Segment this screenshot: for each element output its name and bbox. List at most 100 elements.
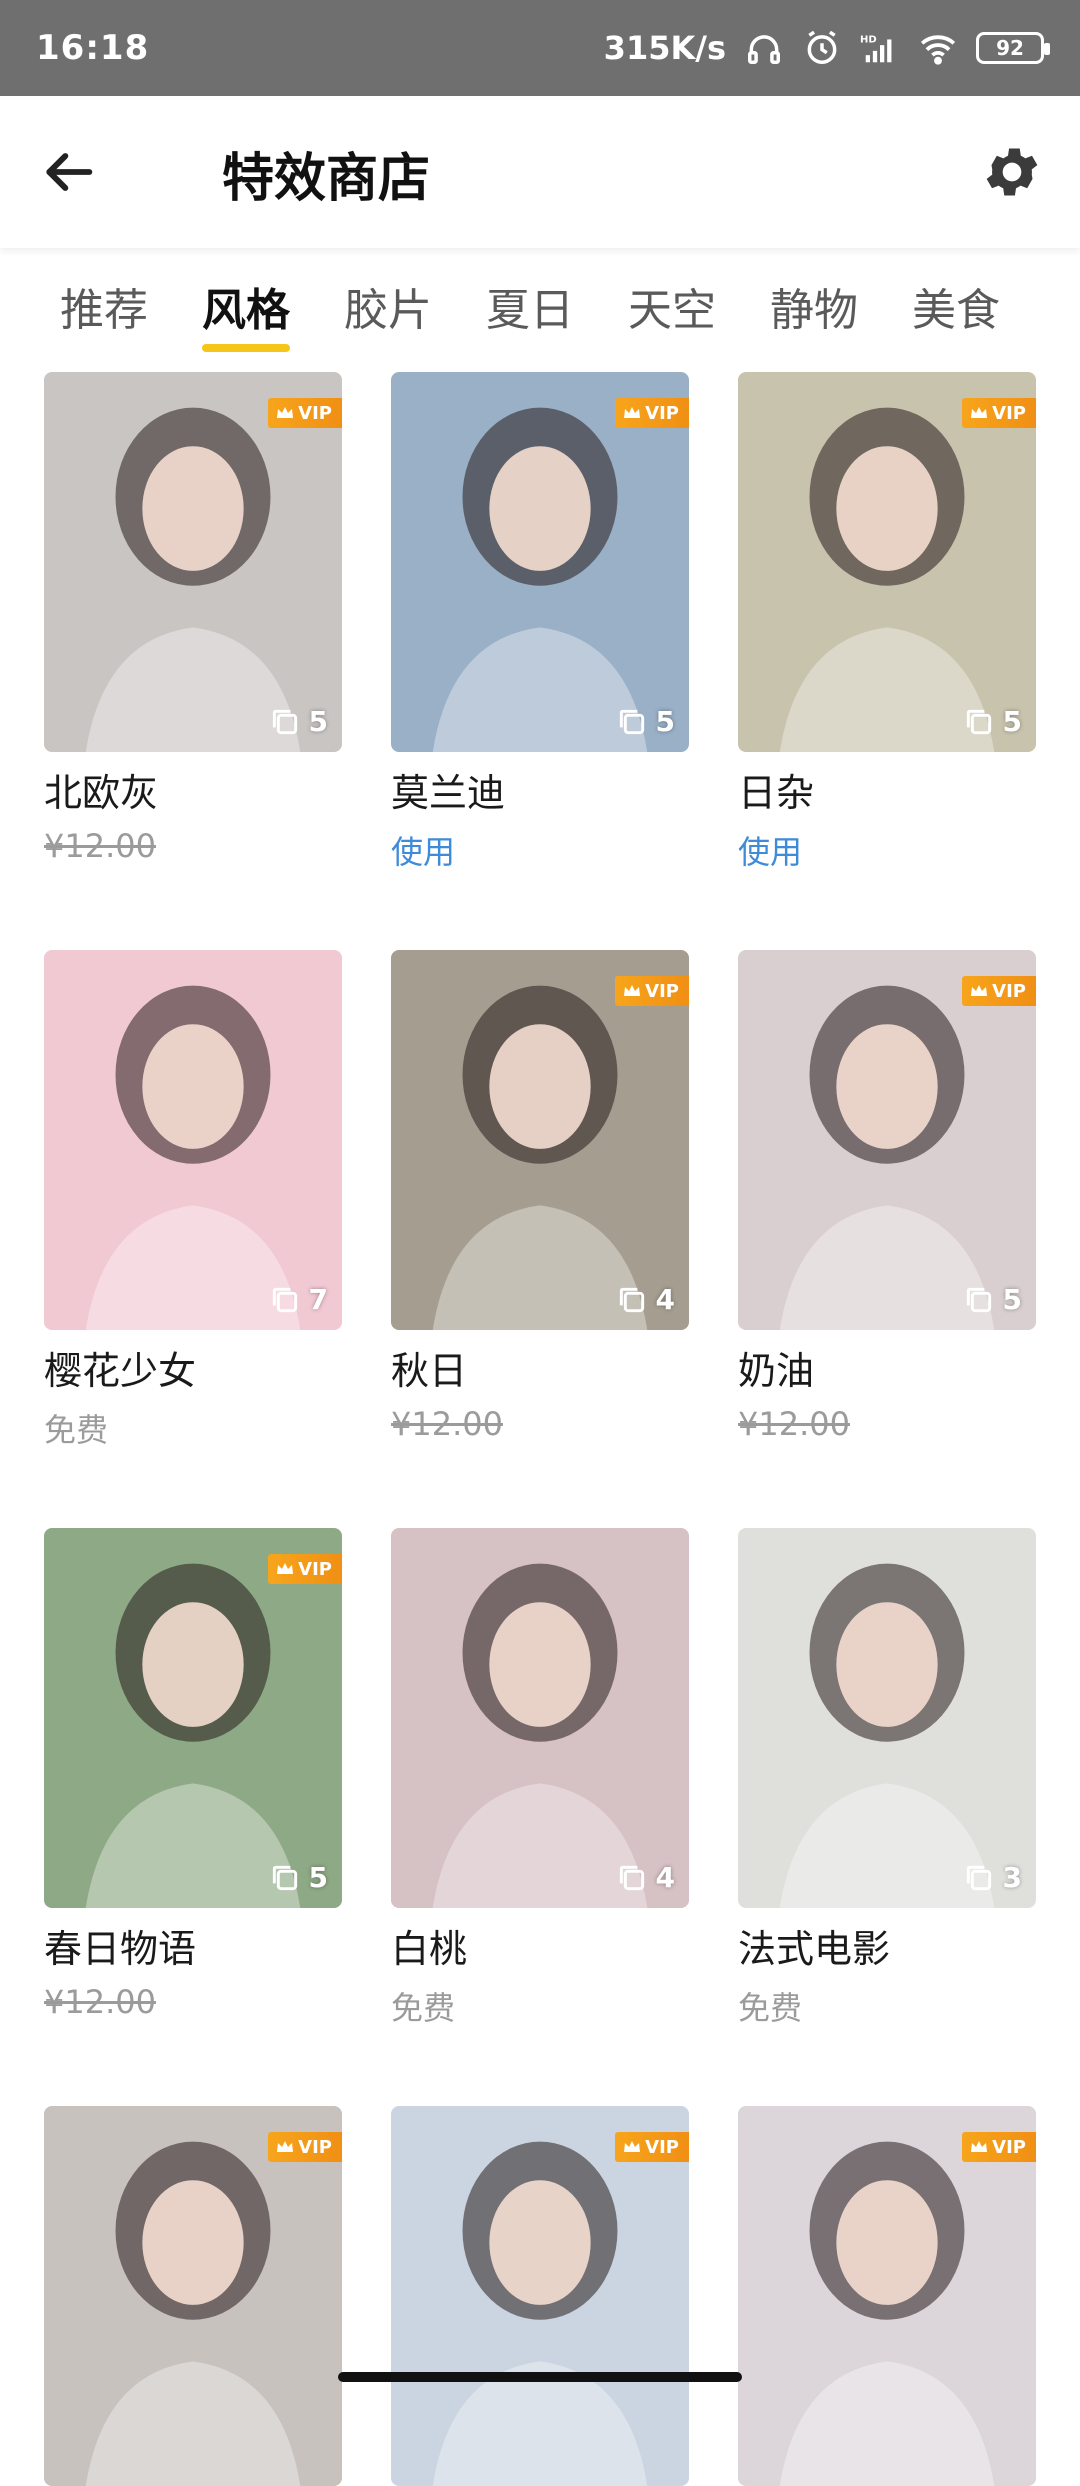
effect-card[interactable]: VIP4秋日¥12.00 bbox=[391, 950, 689, 1443]
portrait-image bbox=[391, 2106, 689, 2486]
tab-still-life[interactable]: 静物 bbox=[770, 256, 858, 356]
effect-name: 日杂 bbox=[738, 762, 1036, 817]
tab-film[interactable]: 胶片 bbox=[344, 256, 432, 356]
image-count-value: 7 bbox=[309, 1283, 328, 1316]
image-count-value: 5 bbox=[1003, 1283, 1022, 1316]
image-count: 5 bbox=[616, 705, 675, 738]
effect-card[interactable]: VIP5北欧灰¥12.00 bbox=[44, 372, 342, 865]
image-count-value: 5 bbox=[656, 705, 675, 738]
effect-price: ¥12.00 bbox=[44, 1983, 342, 2021]
vip-badge: VIP bbox=[268, 2132, 342, 2162]
tab-recommend[interactable]: 推荐 bbox=[60, 256, 148, 356]
effect-name: 樱花少女 bbox=[44, 1340, 342, 1395]
effect-thumbnail[interactable]: 4 bbox=[391, 1528, 689, 1908]
copy-icon bbox=[616, 1284, 648, 1316]
effect-thumbnail[interactable]: VIP 5 bbox=[44, 372, 342, 752]
effect-thumbnail[interactable]: VIP bbox=[44, 2106, 342, 2486]
status-icons: 315K/s HD 92 bbox=[604, 28, 1044, 68]
tab-food[interactable]: 美食 bbox=[912, 256, 1000, 356]
effect-name: 莫兰迪 bbox=[391, 762, 689, 817]
effect-card[interactable]: 7 樱花少女免费 bbox=[44, 950, 342, 1451]
image-count: 5 bbox=[269, 1861, 328, 1894]
image-count: 3 bbox=[963, 1861, 1022, 1894]
settings-button[interactable] bbox=[980, 140, 1044, 204]
portrait-image bbox=[391, 950, 689, 1330]
portrait-image bbox=[738, 1528, 1036, 1908]
vip-label: VIP bbox=[298, 403, 332, 424]
vip-badge: VIP bbox=[962, 2132, 1036, 2162]
effect-price: 免费 bbox=[44, 1405, 342, 1451]
vip-badge: VIP bbox=[962, 398, 1036, 428]
crown-icon bbox=[276, 2140, 294, 2154]
vip-label: VIP bbox=[645, 403, 679, 424]
effect-thumbnail[interactable]: VIP 5 bbox=[738, 372, 1036, 752]
effect-card[interactable]: 4白桃免费 bbox=[391, 1528, 689, 2029]
effect-thumbnail[interactable]: 7 bbox=[44, 950, 342, 1330]
vip-label: VIP bbox=[645, 2137, 679, 2158]
effect-thumbnail[interactable]: VIP 5 bbox=[44, 1528, 342, 1908]
tab-style[interactable]: 风格 bbox=[202, 256, 290, 356]
effect-card[interactable]: VIP bbox=[738, 2106, 1036, 2486]
effect-card[interactable]: VIP bbox=[391, 2106, 689, 2486]
effect-thumbnail[interactable]: VIP bbox=[391, 2106, 689, 2486]
image-count-value: 4 bbox=[656, 1283, 675, 1316]
portrait-image bbox=[738, 2106, 1036, 2486]
copy-icon bbox=[269, 706, 301, 738]
portrait-image bbox=[738, 950, 1036, 1330]
portrait-image bbox=[44, 2106, 342, 2486]
image-count: 4 bbox=[616, 1283, 675, 1316]
tab-sky[interactable]: 天空 bbox=[628, 256, 716, 356]
tab-summer[interactable]: 夏日 bbox=[486, 256, 574, 356]
copy-icon bbox=[963, 1284, 995, 1316]
vip-label: VIP bbox=[992, 981, 1026, 1002]
vip-badge: VIP bbox=[615, 2132, 689, 2162]
copy-icon bbox=[963, 706, 995, 738]
effect-card[interactable]: 3法式电影免费 bbox=[738, 1528, 1036, 2029]
effect-card[interactable]: VIP bbox=[44, 2106, 342, 2486]
copy-icon bbox=[269, 1284, 301, 1316]
vip-label: VIP bbox=[645, 981, 679, 1002]
back-button[interactable] bbox=[36, 140, 100, 204]
effect-price: 免费 bbox=[738, 1983, 1036, 2029]
vip-badge: VIP bbox=[268, 398, 342, 428]
use-button[interactable]: 使用 bbox=[738, 827, 1036, 873]
effect-name: 春日物语 bbox=[44, 1918, 342, 1973]
effect-thumbnail[interactable]: VIP 5 bbox=[738, 950, 1036, 1330]
vip-label: VIP bbox=[298, 1559, 332, 1580]
vip-label: VIP bbox=[992, 2137, 1026, 2158]
vip-badge: VIP bbox=[615, 976, 689, 1006]
image-count-value: 5 bbox=[309, 705, 328, 738]
effect-price: ¥12.00 bbox=[738, 1405, 1036, 1443]
portrait-image bbox=[391, 1528, 689, 1908]
alarm-icon bbox=[802, 28, 842, 68]
home-indicator bbox=[338, 2372, 742, 2382]
vip-label: VIP bbox=[298, 2137, 332, 2158]
copy-icon bbox=[269, 1862, 301, 1894]
effect-card[interactable]: VIP 5 奶油 ¥12.00 bbox=[738, 950, 1036, 1443]
portrait-image bbox=[44, 1528, 342, 1908]
effect-name: 北欧灰 bbox=[44, 762, 342, 817]
effect-thumbnail[interactable]: VIP bbox=[738, 2106, 1036, 2486]
network-speed: 315K/s bbox=[604, 29, 726, 67]
image-count-value: 4 bbox=[656, 1861, 675, 1894]
vip-badge: VIP bbox=[962, 976, 1036, 1006]
use-button[interactable]: 使用 bbox=[391, 827, 689, 873]
effect-card[interactable]: VIP 5 日杂使用 bbox=[738, 372, 1036, 873]
portrait-image bbox=[738, 372, 1036, 752]
effect-card[interactable]: VIP 5 莫兰迪使用 bbox=[391, 372, 689, 873]
crown-icon bbox=[276, 406, 294, 420]
effect-thumbnail[interactable]: 3 bbox=[738, 1528, 1036, 1908]
battery-icon: 92 bbox=[976, 32, 1044, 64]
image-count: 4 bbox=[616, 1861, 675, 1894]
hd-signal-icon: HD bbox=[860, 28, 900, 68]
effect-price: 免费 bbox=[391, 1983, 689, 2029]
effect-card[interactable]: VIP 5 春日物语 ¥12.00 bbox=[44, 1528, 342, 2021]
effect-name: 奶油 bbox=[738, 1340, 1036, 1395]
arrow-left-icon bbox=[36, 140, 100, 204]
app-header: 特效商店 bbox=[0, 96, 1080, 248]
image-count-value: 5 bbox=[1003, 705, 1022, 738]
effect-thumbnail[interactable]: VIP 4 bbox=[391, 950, 689, 1330]
image-count-value: 3 bbox=[1003, 1861, 1022, 1894]
effect-thumbnail[interactable]: VIP 5 bbox=[391, 372, 689, 752]
image-count: 5 bbox=[963, 1283, 1022, 1316]
